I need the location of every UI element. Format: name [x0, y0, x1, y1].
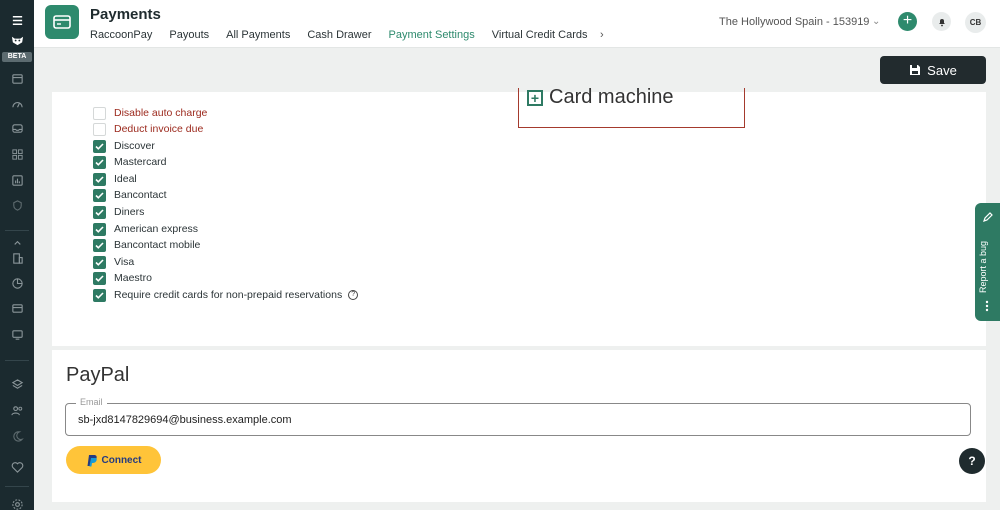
checkbox-row[interactable]: Maestro	[93, 271, 152, 285]
checkbox-label: Diners	[114, 206, 145, 218]
checkbox-row[interactable]: American express	[93, 222, 198, 236]
save-button[interactable]: Save	[880, 56, 986, 84]
tab-payment-settings[interactable]: Payment Settings	[389, 29, 475, 41]
checkbox-row[interactable]: Deduct invoice due	[93, 122, 203, 136]
reports-icon[interactable]	[7, 172, 27, 188]
connect-label: Connect	[101, 454, 142, 466]
checkbox-row[interactable]: Mastercard	[93, 155, 167, 169]
help-circle-icon[interactable]: ?	[348, 290, 359, 300]
credit-card-icon[interactable]	[7, 300, 27, 316]
checkbox[interactable]	[93, 106, 106, 120]
checkbox-row[interactable]: Bancontact mobile	[93, 238, 200, 252]
add-button[interactable]: +	[898, 12, 917, 31]
checkmark-icon[interactable]	[93, 155, 106, 169]
email-field[interactable]: Email sb-jxd8147829694@business.example.…	[65, 397, 971, 436]
chevron-right-icon[interactable]: ›	[600, 29, 604, 41]
more-vertical-icon	[985, 300, 989, 312]
checkmark-icon[interactable]	[93, 271, 106, 285]
checkmark-icon[interactable]	[93, 188, 106, 202]
checkbox-label: Discover	[114, 140, 155, 152]
venue-selector[interactable]: The Hollywood Spain - 153919	[719, 16, 869, 28]
checkbox-label: Require credit cards for non-prepaid res…	[114, 289, 343, 301]
checkbox-label: Mastercard	[114, 156, 167, 168]
help-button[interactable]: ?	[959, 448, 985, 474]
checkbox-row[interactable]: Bancontact	[93, 188, 167, 202]
card-machine-label: Card machine	[549, 86, 674, 108]
dashboard-icon[interactable]	[7, 95, 27, 111]
pencil-icon	[983, 212, 993, 222]
chevron-down-icon[interactable]: ⌄	[872, 16, 880, 27]
email-field-value[interactable]: sb-jxd8147829694@business.example.com	[78, 414, 292, 426]
checkbox-label: American express	[114, 223, 199, 235]
card-payment-options: + Card machine Disable auto charge Deduc…	[52, 86, 986, 346]
tab-payouts[interactable]: Payouts	[169, 29, 209, 41]
checkbox-label: Bancontact mobile	[114, 239, 201, 251]
apps-icon[interactable]	[7, 146, 27, 162]
report-bug-tab[interactable]: Report a bug	[975, 203, 1000, 321]
page-title: Payments	[90, 6, 161, 23]
tab-cash-drawer[interactable]: Cash Drawer	[307, 29, 371, 41]
checkbox-row[interactable]: Discover	[93, 139, 155, 153]
checkbox-label: Disable auto charge	[114, 107, 208, 119]
checkmark-icon[interactable]	[93, 139, 106, 153]
beta-badge: BETA	[2, 52, 32, 62]
menu-icon[interactable]	[7, 12, 27, 28]
payments-tabs: RaccoonPay Payouts All Payments Cash Dra…	[90, 29, 605, 41]
save-label: Save	[927, 62, 957, 78]
top-header: Payments RaccoonPay Payouts All Payments…	[34, 0, 1000, 48]
paypal-connect-button[interactable]: Connect	[66, 446, 161, 474]
checkbox-row[interactable]: Disable auto charge	[93, 106, 207, 120]
paypal-section-title: PayPal	[66, 364, 130, 386]
paypal-logo-icon	[87, 454, 97, 466]
plus-square-icon: +	[527, 89, 543, 106]
card-paypal: PayPal Email sb-jxd8147829694@business.e…	[52, 350, 986, 502]
email-field-label: Email	[76, 397, 107, 407]
bell-icon[interactable]	[932, 12, 951, 31]
checkmark-icon[interactable]	[93, 222, 106, 236]
calendar-icon[interactable]	[7, 70, 27, 86]
tab-all-payments[interactable]: All Payments	[226, 29, 290, 41]
moon-icon[interactable]	[7, 428, 27, 444]
avatar[interactable]: CB	[965, 12, 986, 33]
building-icon[interactable]	[7, 250, 27, 266]
settings-icon[interactable]	[7, 496, 27, 510]
layers-icon[interactable]	[7, 376, 27, 392]
shield-icon[interactable]	[7, 197, 27, 213]
checkbox-row[interactable]: Require credit cards for non-prepaid res…	[93, 288, 359, 302]
payments-app-icon	[45, 5, 79, 39]
checkbox-row[interactable]: Diners	[93, 205, 144, 219]
heart-icon[interactable]	[7, 459, 27, 475]
users-icon[interactable]	[7, 402, 27, 418]
tab-virtual-credit-cards[interactable]: Virtual Credit Cards	[492, 29, 588, 41]
inbox-icon[interactable]	[7, 120, 27, 136]
floppy-disk-icon	[910, 65, 921, 75]
checkbox-row[interactable]: Visa	[93, 255, 134, 269]
sidebar-divider	[5, 486, 29, 487]
sidebar: BETA	[0, 0, 34, 510]
chevron-up-icon[interactable]	[7, 235, 27, 251]
checkbox-label: Deduct invoice due	[114, 123, 204, 135]
checkbox[interactable]	[93, 122, 106, 136]
checkbox-label: Visa	[114, 256, 135, 268]
monitor-icon[interactable]	[7, 326, 27, 342]
checkmark-icon[interactable]	[93, 255, 106, 269]
report-bug-label: Report a bug	[978, 240, 988, 293]
card-machine-box[interactable]: + Card machine	[518, 86, 745, 128]
checkbox-label: Maestro	[114, 272, 152, 284]
tab-raccoonpay[interactable]: RaccoonPay	[90, 29, 152, 41]
checkbox-label: Ideal	[114, 173, 137, 185]
sidebar-divider	[5, 230, 29, 231]
sidebar-divider	[5, 360, 29, 361]
raccoon-logo-icon[interactable]	[7, 32, 27, 48]
checkmark-icon[interactable]	[93, 205, 106, 219]
pie-chart-icon[interactable]	[7, 275, 27, 291]
checkbox-label: Bancontact	[114, 189, 167, 201]
checkbox-row[interactable]: Ideal	[93, 172, 137, 186]
checkmark-icon[interactable]	[93, 238, 106, 252]
checkmark-icon[interactable]	[93, 288, 106, 302]
checkmark-icon[interactable]	[93, 172, 106, 186]
